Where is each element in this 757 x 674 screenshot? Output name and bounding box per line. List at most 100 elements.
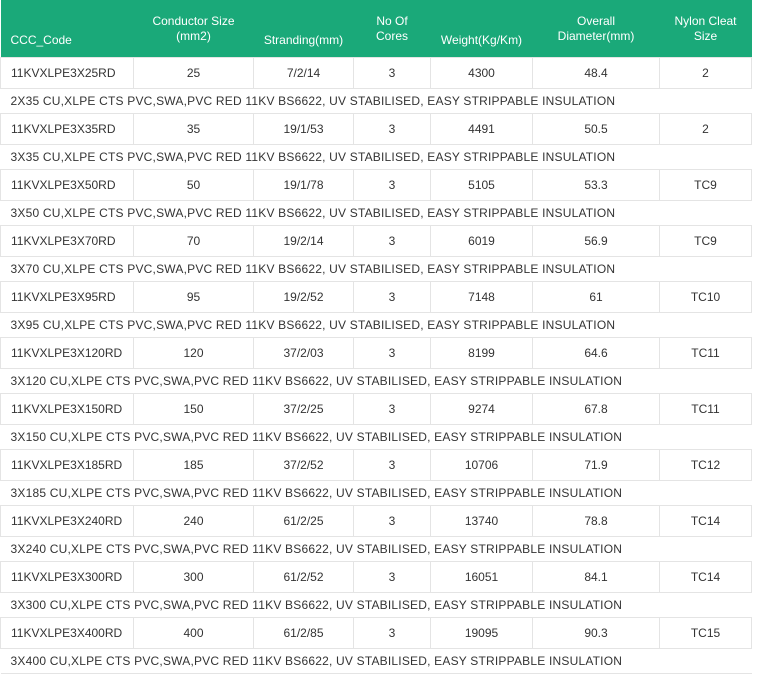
description-row: 3X50 CU,XLPE CTS PVC,SWA,PVC RED 11KV BS… [0,200,752,226]
description-row: 3X150 CU,XLPE CTS PVC,SWA,PVC RED 11KV B… [0,424,752,450]
description-row: 3X400 CU,XLPE CTS PVC,SWA,PVC RED 11KV B… [0,648,752,674]
cell-stranding: 7/2/14 [253,57,354,89]
header-conductor-size: Conductor Size (mm2) [133,0,254,58]
cell-cores: 3 [353,393,431,425]
cell-conductor-size: 35 [133,113,254,145]
cell-conductor-size: 25 [133,57,254,89]
cell-weight: 6019 [430,225,533,257]
cell-stranding: 19/1/78 [253,169,354,201]
cell-conductor-size: 120 [133,337,254,369]
cell-cores: 3 [353,169,431,201]
cell-diameter: 71.9 [532,449,660,481]
cell-cleat: 2 [659,113,752,145]
table-row: 11KVXLPE3X70RD 70 19/2/14 3 6019 56.9 TC… [0,225,752,257]
cell-stranding: 61/2/25 [253,505,354,537]
cell-code: 11KVXLPE3X300RD [0,561,134,593]
cell-diameter: 84.1 [532,561,660,593]
cell-weight: 19095 [430,617,533,649]
cable-spec-table: CCC_Code Conductor Size (mm2) Stranding(m… [0,0,752,674]
header-size-line1: Conductor Size [152,13,235,28]
cell-weight: 4300 [430,57,533,89]
header-cores: No Of Cores [353,0,431,58]
cell-description: 3X185 CU,XLPE CTS PVC,SWA,PVC RED 11KV B… [0,480,752,506]
cell-cores: 3 [353,113,431,145]
header-diameter-line1: Overall [576,13,615,28]
cell-weight: 5105 [430,169,533,201]
cell-stranding: 61/2/52 [253,561,354,593]
description-row: 3X35 CU,XLPE CTS PVC,SWA,PVC RED 11KV BS… [0,144,752,170]
cell-diameter: 50.5 [532,113,660,145]
cell-cores: 3 [353,617,431,649]
cell-conductor-size: 400 [133,617,254,649]
cell-code: 11KVXLPE3X185RD [0,449,134,481]
description-row: 3X185 CU,XLPE CTS PVC,SWA,PVC RED 11KV B… [0,480,752,506]
cell-stranding: 37/2/25 [253,393,354,425]
description-row: 3X240 CU,XLPE CTS PVC,SWA,PVC RED 11KV B… [0,536,752,562]
header-size-line2: (mm2) [176,28,211,43]
header-weight: Weight(Kg/Km) [430,0,533,58]
cell-diameter: 56.9 [532,225,660,257]
table-row: 11KVXLPE3X35RD 35 19/1/53 3 4491 50.5 2 [0,113,752,145]
table-row: 11KVXLPE3X50RD 50 19/1/78 3 5105 53.3 TC… [0,169,752,201]
description-row: 3X95 CU,XLPE CTS PVC,SWA,PVC RED 11KV BS… [0,312,752,338]
cell-description: 3X50 CU,XLPE CTS PVC,SWA,PVC RED 11KV BS… [0,200,752,226]
description-row: 3X300 CU,XLPE CTS PVC,SWA,PVC RED 11KV B… [0,592,752,618]
cell-cores: 3 [353,449,431,481]
cell-cleat: TC14 [659,561,752,593]
header-diameter-line2: Diameter(mm) [557,28,635,43]
table-row: 11KVXLPE3X400RD 400 61/2/85 3 19095 90.3… [0,617,752,649]
cell-diameter: 78.8 [532,505,660,537]
table-row: 11KVXLPE3X120RD 120 37/2/03 3 8199 64.6 … [0,337,752,369]
cell-stranding: 19/1/53 [253,113,354,145]
cell-conductor-size: 185 [133,449,254,481]
cell-cleat: TC15 [659,617,752,649]
cell-cores: 3 [353,505,431,537]
cell-diameter: 67.8 [532,393,660,425]
cell-weight: 9274 [430,393,533,425]
cell-diameter: 53.3 [532,169,660,201]
cell-weight: 4491 [430,113,533,145]
table-row: 11KVXLPE3X300RD 300 61/2/52 3 16051 84.1… [0,561,752,593]
cell-description: 3X70 CU,XLPE CTS PVC,SWA,PVC RED 11KV BS… [0,256,752,282]
cell-cleat: TC11 [659,337,752,369]
cell-stranding: 19/2/52 [253,281,354,313]
cell-description: 3X240 CU,XLPE CTS PVC,SWA,PVC RED 11KV B… [0,536,752,562]
header-cores-line2: Cores [375,28,408,43]
cell-code: 11KVXLPE3X50RD [0,169,134,201]
cell-cleat: TC12 [659,449,752,481]
cell-stranding: 37/2/03 [253,337,354,369]
table-body: 11KVXLPE3X25RD 25 7/2/14 3 4300 48.4 2 2… [0,57,752,674]
cell-weight: 7148 [430,281,533,313]
cell-stranding: 61/2/85 [253,617,354,649]
header-cleat-line1: Nylon Cleat [674,13,737,28]
cell-conductor-size: 150 [133,393,254,425]
cell-description: 3X150 CU,XLPE CTS PVC,SWA,PVC RED 11KV B… [0,424,752,450]
cell-diameter: 64.6 [532,337,660,369]
cell-stranding: 37/2/52 [253,449,354,481]
header-cores-line1: No Of [376,13,408,28]
cell-conductor-size: 240 [133,505,254,537]
table-row: 11KVXLPE3X240RD 240 61/2/25 3 13740 78.8… [0,505,752,537]
cell-description: 3X95 CU,XLPE CTS PVC,SWA,PVC RED 11KV BS… [0,312,752,338]
cell-conductor-size: 300 [133,561,254,593]
cell-description: 3X300 CU,XLPE CTS PVC,SWA,PVC RED 11KV B… [0,592,752,618]
cell-conductor-size: 70 [133,225,254,257]
cell-description: 3X35 CU,XLPE CTS PVC,SWA,PVC RED 11KV BS… [0,144,752,170]
cell-cleat: TC11 [659,393,752,425]
cell-weight: 13740 [430,505,533,537]
header-row: CCC_Code Conductor Size (mm2) Stranding(m… [0,0,752,58]
cell-diameter: 90.3 [532,617,660,649]
cell-description: 2X35 CU,XLPE CTS PVC,SWA,PVC RED 11KV BS… [0,88,752,114]
header-stranding: Stranding(mm) [253,0,354,58]
table-row: 11KVXLPE3X185RD 185 37/2/52 3 10706 71.9… [0,449,752,481]
table-row: 11KVXLPE3X150RD 150 37/2/25 3 9274 67.8 … [0,393,752,425]
cell-cleat: TC10 [659,281,752,313]
cell-cores: 3 [353,561,431,593]
cell-code: 11KVXLPE3X95RD [0,281,134,313]
cell-stranding: 19/2/14 [253,225,354,257]
cell-weight: 10706 [430,449,533,481]
header-cleat-line2: Size [693,28,718,43]
cell-cores: 3 [353,225,431,257]
cell-diameter: 48.4 [532,57,660,89]
cell-code: 11KVXLPE3X150RD [0,393,134,425]
